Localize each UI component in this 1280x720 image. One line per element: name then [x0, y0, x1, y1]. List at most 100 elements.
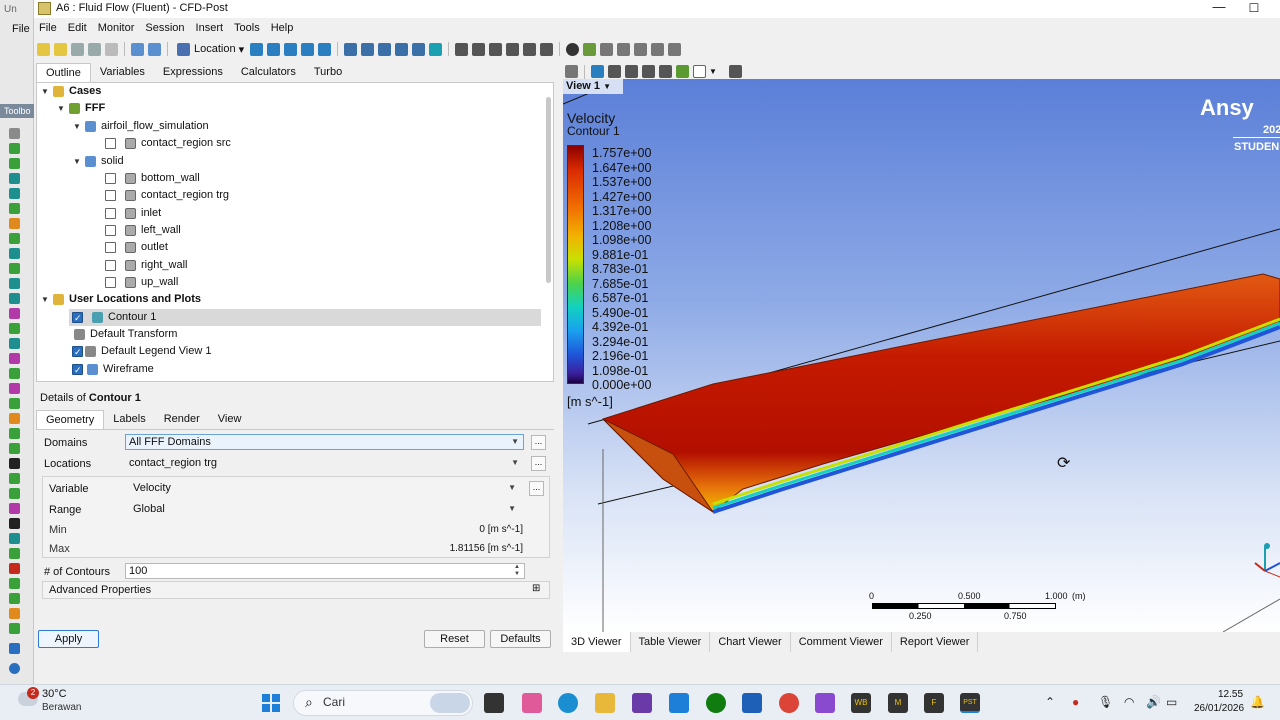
- locations-select[interactable]: contact_region trg ▼: [125, 455, 524, 471]
- zoom-fit-icon[interactable]: [659, 65, 672, 78]
- print-icon[interactable]: [105, 42, 118, 56]
- tree-item-left-wall[interactable]: left_wall: [105, 222, 181, 239]
- report-icon[interactable]: [634, 42, 648, 56]
- domains-browse-button[interactable]: ...: [531, 435, 546, 450]
- minimize-button[interactable]: —: [1204, 0, 1234, 18]
- background-tool-icon[interactable]: [9, 608, 20, 619]
- background-tool-icon[interactable]: [9, 233, 20, 244]
- task-view-icon[interactable]: [484, 693, 504, 713]
- wifi-icon[interactable]: ◠: [1124, 695, 1134, 709]
- tab-calculators[interactable]: Calculators: [232, 63, 305, 82]
- location-dropdown[interactable]: Location ▾: [173, 42, 247, 56]
- maximize-button[interactable]: ☐: [1239, 0, 1269, 18]
- chevron-down-icon[interactable]: ▼: [57, 100, 67, 117]
- menu-tools[interactable]: Tools: [229, 20, 266, 38]
- variable-select[interactable]: Velocity ▼: [129, 480, 521, 496]
- legend-icon[interactable]: [378, 42, 392, 56]
- tree-scrollbar[interactable]: [546, 97, 551, 283]
- tab-expressions[interactable]: Expressions: [154, 63, 232, 82]
- visibility-checkbox[interactable]: [105, 208, 116, 219]
- chevron-up-icon[interactable]: ⌃: [1045, 695, 1055, 709]
- windows-start-icon[interactable]: [262, 694, 280, 712]
- tree-item-default-legend[interactable]: Default Legend View 1: [72, 343, 212, 361]
- contours-spinbox[interactable]: 100 ▲ ▼: [125, 563, 525, 579]
- view-selector[interactable]: View 1 ▼: [566, 80, 611, 92]
- macro-icon[interactable]: [651, 42, 665, 56]
- visibility-checkbox[interactable]: [105, 225, 116, 236]
- clip-plane-icon[interactable]: [412, 42, 426, 56]
- tab-variables[interactable]: Variables: [91, 63, 154, 82]
- variable-browse-button[interactable]: ...: [529, 481, 544, 496]
- menu-edit[interactable]: Edit: [63, 20, 93, 38]
- table-icon[interactable]: [489, 42, 503, 56]
- expand-icon[interactable]: ⊞: [532, 583, 540, 594]
- 3d-viewer[interactable]: ⟳ View 1 ▼ Velocity Contour 1 1.757e+00 …: [563, 79, 1280, 632]
- tab-chart-viewer[interactable]: Chart Viewer: [710, 632, 791, 652]
- background-tool-icon[interactable]: [9, 218, 20, 229]
- menu-session[interactable]: Session: [140, 20, 190, 38]
- notification-icon[interactable]: 🔔: [1250, 695, 1265, 709]
- tree-item-contact-trg[interactable]: contact_region trg: [105, 187, 229, 204]
- comment-icon[interactable]: [523, 42, 537, 56]
- background-tool-icon[interactable]: [9, 308, 20, 319]
- tab-render[interactable]: Render: [155, 410, 209, 429]
- visibility-checkbox[interactable]: [72, 362, 83, 379]
- tree-item-cases[interactable]: ▼ Cases: [41, 83, 101, 100]
- outlook-icon[interactable]: [742, 693, 762, 713]
- microphone-icon[interactable]: 🎙: [1098, 695, 1113, 709]
- load-state-icon[interactable]: [54, 42, 67, 56]
- contour-render[interactable]: [563, 79, 1280, 632]
- weather-description[interactable]: Berawan: [42, 702, 81, 713]
- viewport-layout-icon[interactable]: [693, 65, 706, 78]
- color-map-icon[interactable]: [429, 42, 443, 56]
- mechanical-app-icon[interactable]: M: [888, 693, 908, 713]
- tree-item-right-wall[interactable]: right_wall: [105, 257, 187, 274]
- tree-item-contact-src[interactable]: contact_region src: [105, 135, 231, 152]
- background-tool-icon[interactable]: [9, 488, 20, 499]
- background-tool-icon[interactable]: [9, 443, 20, 454]
- zoom-box-icon[interactable]: [642, 65, 655, 78]
- background-tool-icon[interactable]: [9, 563, 20, 574]
- background-tool-icon[interactable]: [9, 383, 20, 394]
- weather-temperature[interactable]: 30°C: [42, 688, 67, 700]
- chevron-down-icon[interactable]: ▼: [709, 67, 717, 76]
- highlight-icon[interactable]: [676, 65, 689, 78]
- tab-labels[interactable]: Labels: [104, 410, 154, 429]
- reset-button[interactable]: Reset: [424, 630, 485, 648]
- text-icon[interactable]: [344, 42, 358, 56]
- visibility-checkbox[interactable]: [72, 344, 83, 361]
- tree-item-contour-1[interactable]: Contour 1: [69, 309, 541, 327]
- background-tool-icon[interactable]: [9, 578, 20, 589]
- fluent-app-icon[interactable]: F: [924, 693, 944, 713]
- tree-item-outlet[interactable]: outlet: [105, 239, 168, 256]
- contour-icon[interactable]: [267, 42, 281, 56]
- help-icon[interactable]: [9, 663, 20, 674]
- background-tool-icon[interactable]: [9, 158, 20, 169]
- clock-date[interactable]: 26/01/2026: [1194, 703, 1244, 714]
- coordinate-frame-icon[interactable]: [361, 42, 375, 56]
- background-tool-icon[interactable]: [9, 248, 20, 259]
- background-tool-icon[interactable]: [9, 173, 20, 184]
- visibility-checkbox[interactable]: [105, 260, 116, 271]
- background-tool-icon[interactable]: [9, 473, 20, 484]
- tree-item-solid[interactable]: ▼ solid: [73, 153, 124, 170]
- tab-outline[interactable]: Outline: [36, 63, 91, 82]
- defaults-button[interactable]: Defaults: [490, 630, 551, 648]
- tree-item-inlet[interactable]: inlet: [105, 205, 161, 222]
- background-tool-icon[interactable]: [9, 368, 20, 379]
- background-tool-icon[interactable]: [9, 323, 20, 334]
- undo-icon[interactable]: [131, 42, 144, 56]
- domains-select[interactable]: All FFF Domains ▼: [125, 434, 524, 450]
- visibility-checkbox[interactable]: [105, 190, 116, 201]
- visibility-checkbox[interactable]: [105, 277, 116, 288]
- apply-button[interactable]: Apply: [38, 630, 99, 648]
- background-tool-icon[interactable]: [9, 143, 20, 154]
- edge-browser-icon[interactable]: [558, 693, 578, 713]
- background-tool-icon[interactable]: [9, 398, 20, 409]
- tree-item-user-locations[interactable]: ▼ User Locations and Plots: [41, 291, 201, 308]
- tab-report-viewer[interactable]: Report Viewer: [892, 632, 979, 652]
- expression-icon[interactable]: [472, 42, 486, 56]
- background-tool-icon[interactable]: [9, 428, 20, 439]
- background-tool-icon[interactable]: [9, 413, 20, 424]
- visibility-checkbox[interactable]: [72, 310, 83, 327]
